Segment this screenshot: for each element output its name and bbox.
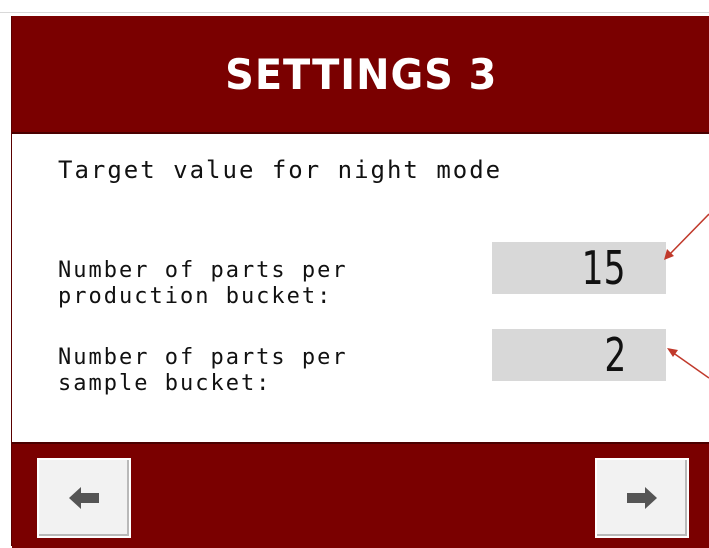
production-bucket-value: 15 — [582, 241, 626, 295]
top-divider — [0, 12, 709, 13]
settings-panel: SETTINGS 3 Target value for night mode N… — [11, 16, 709, 548]
sample-bucket-label-line1: Number of parts per — [58, 345, 348, 370]
page-title: SETTINGS 3 — [224, 49, 498, 99]
arrow-right-icon — [627, 487, 657, 509]
header-bar: SETTINGS 3 — [12, 16, 709, 134]
previous-page-button[interactable] — [37, 458, 131, 538]
sample-bucket-value-field[interactable]: 2 — [492, 328, 666, 382]
production-bucket-label: Number of parts per production bucket: — [58, 258, 348, 310]
next-page-button[interactable] — [595, 458, 689, 538]
production-bucket-label-line2: production bucket: — [58, 284, 333, 309]
settings-content: Target value for night mode Number of pa… — [12, 134, 709, 442]
production-bucket-value-field[interactable]: 15 — [492, 241, 666, 295]
production-bucket-label-line1: Number of parts per — [58, 258, 348, 283]
sample-bucket-label: Number of parts per sample bucket: — [58, 345, 348, 397]
sample-bucket-value: 2 — [604, 328, 626, 382]
arrow-left-icon — [69, 487, 99, 509]
sample-bucket-label-line2: sample bucket: — [58, 371, 272, 396]
footer-bar — [12, 442, 709, 548]
section-subtitle: Target value for night mode — [58, 156, 503, 184]
